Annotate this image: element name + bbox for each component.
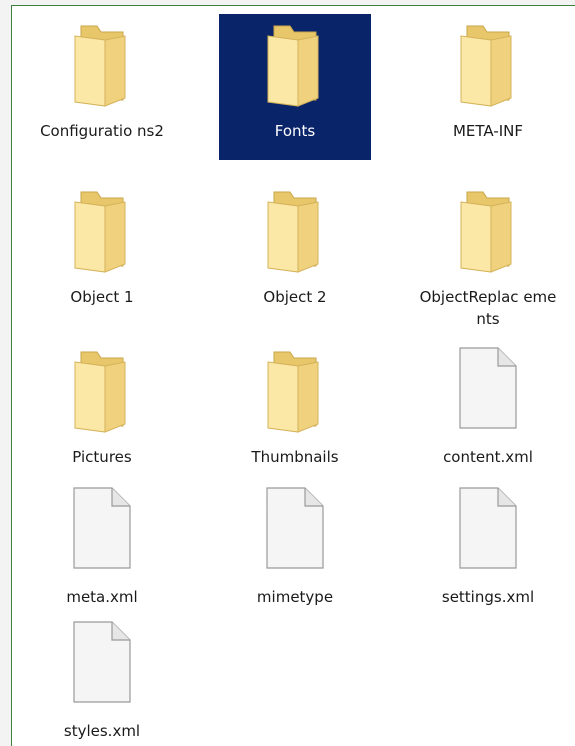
folder-item-pictures[interactable]: Pictures [26, 340, 178, 486]
file-list-pane: Configuratio ns2 Fonts META-INF Object 1… [11, 5, 575, 746]
item-label: Thumbnails [251, 448, 339, 466]
document-icon [412, 480, 564, 570]
item-label: Configuratio ns2 [40, 122, 164, 140]
folder-item-objectreplacements[interactable]: ObjectReplac ements [412, 180, 564, 328]
folder-icon [26, 180, 178, 273]
document-icon [26, 614, 178, 704]
folder-item-fonts[interactable]: Fonts [219, 14, 371, 160]
folder-icon [219, 180, 371, 273]
file-item-settings-xml[interactable]: settings.xml [412, 480, 564, 626]
folder-icon [412, 14, 564, 107]
document-icon [26, 480, 178, 570]
item-label: styles.xml [63, 722, 141, 740]
item-label: META-INF [452, 122, 524, 140]
document-icon [412, 340, 564, 430]
folder-item-configurations2[interactable]: Configuratio ns2 [26, 14, 178, 160]
item-label: Pictures [72, 448, 132, 466]
folder-item-thumbnails[interactable]: Thumbnails [219, 340, 371, 486]
item-label: content.xml [443, 448, 533, 466]
item-label: Object 1 [70, 288, 134, 306]
item-label: ObjectReplac ements [419, 288, 557, 328]
file-item-content-xml[interactable]: content.xml [412, 340, 564, 486]
folder-icon [412, 180, 564, 273]
folder-icon [219, 340, 371, 433]
folder-icon [26, 340, 178, 433]
folder-icon [26, 14, 178, 107]
item-label: mimetype [256, 588, 334, 606]
file-item-mimetype[interactable]: mimetype [219, 480, 371, 626]
item-label: meta.xml [66, 588, 138, 606]
folder-item-object-1[interactable]: Object 1 [26, 180, 178, 326]
folder-icon [219, 14, 371, 107]
file-item-meta-xml[interactable]: meta.xml [26, 480, 178, 626]
item-label: settings.xml [441, 588, 535, 606]
document-icon [219, 480, 371, 570]
item-label: Object 2 [263, 288, 327, 306]
folder-item-meta-inf[interactable]: META-INF [412, 14, 564, 160]
item-label: Fonts [274, 122, 316, 140]
folder-item-object-2[interactable]: Object 2 [219, 180, 371, 326]
file-item-styles-xml[interactable]: styles.xml [26, 614, 178, 746]
